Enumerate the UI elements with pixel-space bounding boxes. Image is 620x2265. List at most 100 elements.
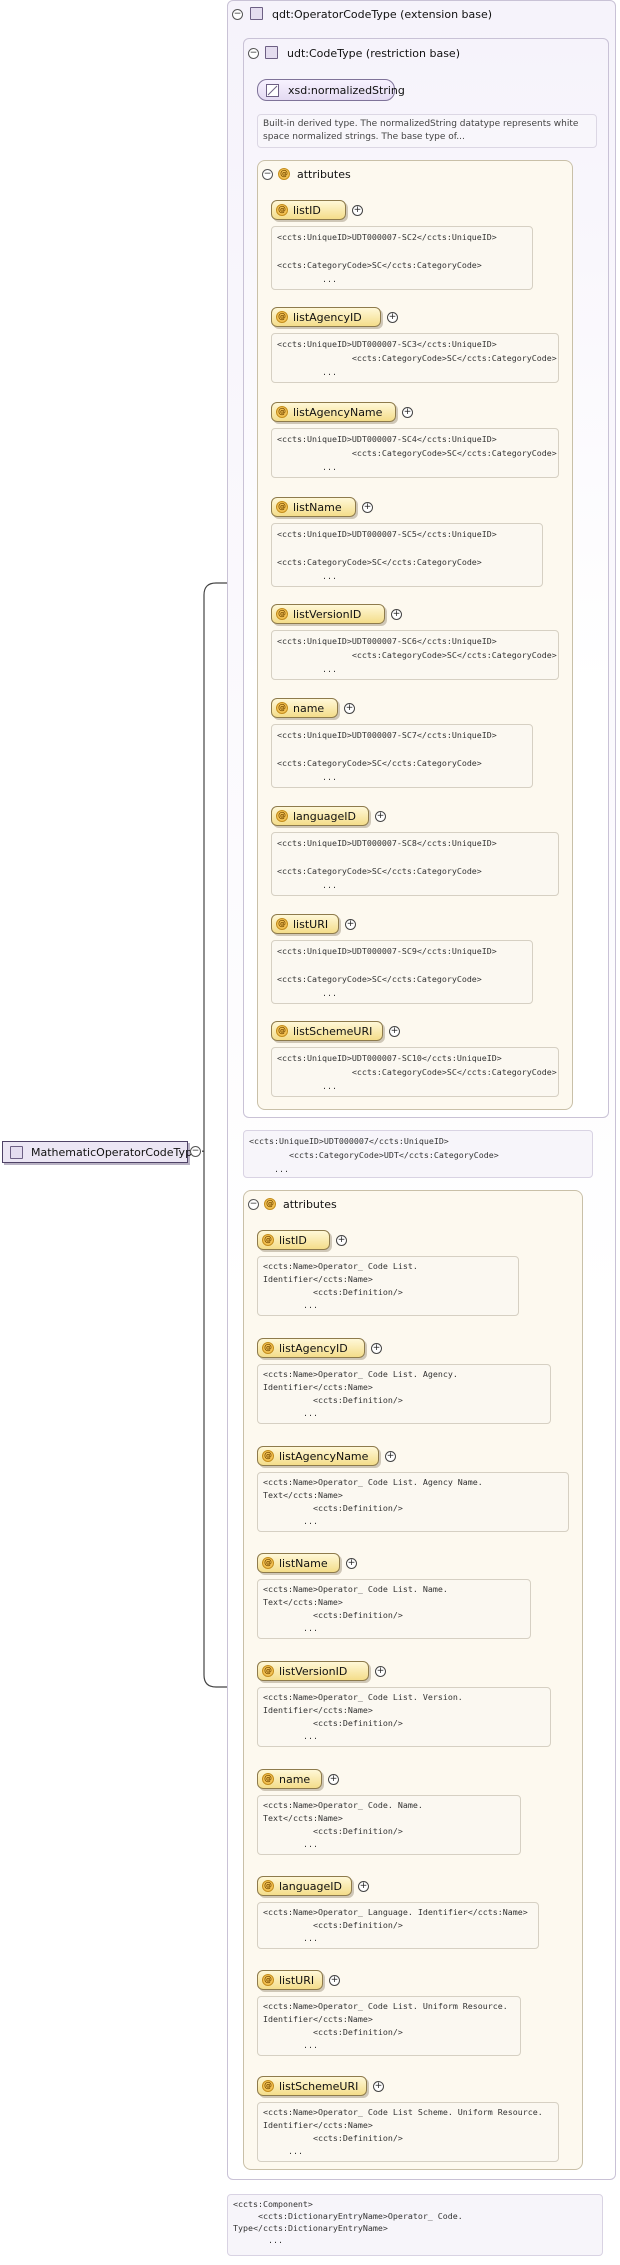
inner-attribute-name[interactable]: @ name: [271, 698, 338, 718]
outer-attribute-doc: <ccts:Name>Operator_ Code List. Identifi…: [257, 1256, 519, 1316]
outer-attribute-listName[interactable]: @ listName: [257, 1553, 340, 1573]
attribute-icon: @: [276, 311, 288, 323]
restriction-collapse-toggle-icon[interactable]: −: [248, 48, 259, 59]
inner-attributes-label: attributes: [297, 168, 351, 181]
outer-attribute-name[interactable]: @ name: [257, 1769, 322, 1789]
outer-attribute-doc: <ccts:Name>Operator_ Language. Identifie…: [257, 1902, 539, 1949]
outer-attribute-listSchemeURI[interactable]: @ listSchemeURI: [257, 2076, 367, 2096]
attribute-icon: @: [262, 1450, 274, 1462]
extension-base-title: qdt:OperatorCodeType (extension base): [272, 8, 493, 21]
outer-attribute-languageID[interactable]: @ languageID: [257, 1876, 352, 1896]
attribute-name-label: listVersionID: [293, 608, 362, 621]
attribute-name-label: languageID: [293, 810, 356, 823]
attribute-name-label: listSchemeURI: [293, 1025, 373, 1038]
attribute-icon: @: [262, 1665, 274, 1677]
expand-plus-icon[interactable]: +: [389, 1026, 400, 1037]
inner-attribute-doc: <ccts:UniqueID>UDT000007-SC5</ccts:Uniqu…: [271, 523, 543, 587]
attribute-icon: @: [276, 204, 288, 216]
outer-attribute-doc: <ccts:Name>Operator_ Code. Name. Text</c…: [257, 1795, 521, 1855]
inner-attribute-doc: <ccts:UniqueID>UDT000007-SC6</ccts:Uniqu…: [271, 630, 559, 680]
inner-attribute-doc: <ccts:UniqueID>UDT000007-SC7</ccts:Uniqu…: [271, 724, 533, 788]
expand-plus-icon[interactable]: +: [375, 811, 386, 822]
attribute-name-label: listURI: [279, 1974, 315, 1987]
inner-attribute-listAgencyID[interactable]: @ listAgencyID: [271, 307, 381, 327]
inner-attribute-listAgencyName[interactable]: @ listAgencyName: [271, 402, 396, 422]
attributes-icon: @: [264, 1198, 276, 1210]
extension-collapse-toggle-icon[interactable]: −: [232, 9, 243, 20]
inner-attributes-toggle-icon[interactable]: −: [262, 169, 273, 180]
inner-attribute-doc: <ccts:UniqueID>UDT000007-SC10</ccts:Uniq…: [271, 1047, 559, 1097]
attribute-name-label: listName: [279, 1557, 328, 1570]
attribute-name-label: listAgencyID: [279, 1342, 348, 1355]
expand-plus-icon[interactable]: +: [373, 2081, 384, 2092]
expand-plus-icon[interactable]: +: [375, 1666, 386, 1677]
expand-plus-icon[interactable]: +: [387, 312, 398, 323]
expand-plus-icon[interactable]: +: [371, 1343, 382, 1354]
expand-plus-icon[interactable]: +: [385, 1451, 396, 1462]
inner-attribute-doc: <ccts:UniqueID>UDT000007-SC3</ccts:Uniqu…: [271, 333, 559, 383]
attribute-name-label: listURI: [293, 918, 329, 931]
inner-attribute-listURI[interactable]: @ listURI: [271, 914, 339, 934]
expand-plus-icon[interactable]: +: [344, 703, 355, 714]
attribute-icon: @: [262, 1342, 274, 1354]
outer-attribute-listVersionID[interactable]: @ listVersionID: [257, 1661, 369, 1681]
expand-plus-icon[interactable]: +: [362, 502, 373, 513]
complex-type-icon: [10, 1146, 23, 1159]
attribute-name-label: listSchemeURI: [279, 2080, 359, 2093]
expand-plus-icon[interactable]: +: [328, 1774, 339, 1785]
inner-attribute-listVersionID[interactable]: @ listVersionID: [271, 604, 385, 624]
attribute-name-label: listVersionID: [279, 1665, 348, 1678]
inner-attribute-languageID[interactable]: @ languageID: [271, 806, 369, 826]
outer-attributes-toggle-icon[interactable]: −: [248, 1199, 259, 1210]
outer-attribute-doc: <ccts:Name>Operator_ Code List. Agency. …: [257, 1364, 551, 1424]
expand-plus-icon[interactable]: +: [391, 609, 402, 620]
expand-plus-icon[interactable]: +: [345, 919, 356, 930]
inner-attribute-listSchemeURI[interactable]: @ listSchemeURI: [271, 1021, 383, 1041]
inner-attribute-listName[interactable]: @ listName: [271, 497, 356, 517]
attribute-icon: @: [276, 1025, 288, 1037]
attribute-name-label: name: [279, 1773, 311, 1786]
expand-plus-icon[interactable]: +: [358, 1881, 369, 1892]
builtin-doc: Built-in derived type. The normalizedStr…: [257, 114, 597, 148]
attribute-icon: @: [276, 501, 288, 513]
root-element-box[interactable]: MathematicOperatorCodeType: [2, 1141, 199, 1163]
expand-plus-icon[interactable]: +: [329, 1975, 340, 1986]
root-element-label: MathematicOperatorCodeType: [31, 1146, 199, 1159]
attribute-name-label: listAgencyName: [293, 406, 383, 419]
attribute-icon: @: [276, 702, 288, 714]
outer-attribute-doc: <ccts:Name>Operator_ Code List. Name. Te…: [257, 1579, 531, 1639]
builtin-type-box[interactable]: xsd:normalizedString: [257, 79, 405, 101]
restriction-type-icon: [265, 46, 278, 59]
attribute-icon: @: [262, 1880, 274, 1892]
expand-plus-icon[interactable]: +: [402, 407, 413, 418]
attribute-name-label: languageID: [279, 1880, 342, 1893]
outer-attribute-listAgencyID[interactable]: @ listAgencyID: [257, 1338, 365, 1358]
outer-attributes-label: attributes: [283, 1198, 337, 1211]
builtin-type-label: xsd:normalizedString: [288, 84, 405, 97]
outer-attribute-listID[interactable]: @ listID: [257, 1230, 330, 1250]
restriction-base-title: udt:CodeType (restriction base): [287, 47, 460, 60]
attribute-name-label: name: [293, 702, 325, 715]
outer-attribute-listURI[interactable]: @ listURI: [257, 1970, 323, 1990]
attribute-icon: @: [262, 1974, 274, 1986]
restriction-doc: <ccts:UniqueID>UDT000007</ccts:UniqueID>…: [243, 1130, 593, 1178]
extension-type-icon: [250, 7, 263, 20]
inner-attribute-doc: <ccts:UniqueID>UDT000007-SC9</ccts:Uniqu…: [271, 940, 533, 1004]
expand-plus-icon[interactable]: +: [352, 205, 363, 216]
attribute-icon: @: [262, 1773, 274, 1785]
attribute-icon: @: [276, 406, 288, 418]
inner-attribute-listID[interactable]: @ listID: [271, 200, 346, 220]
component-doc: <ccts:Component> <ccts:DictionaryEntryNa…: [227, 2194, 603, 2256]
attribute-icon: @: [276, 608, 288, 620]
attribute-icon: @: [262, 2080, 274, 2092]
attributes-icon: @: [278, 168, 290, 180]
attribute-icon: @: [262, 1557, 274, 1569]
expand-plus-icon[interactable]: +: [346, 1558, 357, 1569]
expand-plus-icon[interactable]: +: [336, 1235, 347, 1246]
inner-attribute-doc: <ccts:UniqueID>UDT000007-SC8</ccts:Uniqu…: [271, 832, 559, 896]
inner-attribute-doc: <ccts:UniqueID>UDT000007-SC4</ccts:Uniqu…: [271, 428, 559, 478]
outer-attribute-listAgencyName[interactable]: @ listAgencyName: [257, 1446, 379, 1466]
attribute-icon: @: [276, 918, 288, 930]
outer-attribute-doc: <ccts:Name>Operator_ Code List Scheme. U…: [257, 2102, 559, 2162]
outer-attribute-doc: <ccts:Name>Operator_ Code List. Uniform …: [257, 1996, 521, 2056]
